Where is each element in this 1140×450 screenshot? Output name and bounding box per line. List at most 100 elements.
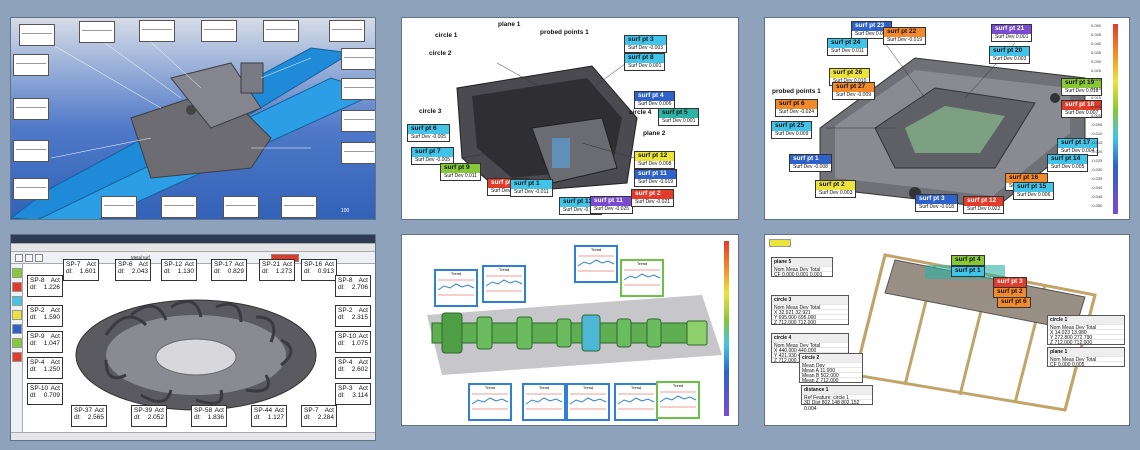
- surface-point-tag: surf pt 1 Surf Dev -0.011: [510, 179, 553, 197]
- measurement-label-box: [13, 178, 49, 200]
- color-scale-tick: -0.040: [1091, 185, 1103, 190]
- scale-label: 100: [341, 208, 350, 214]
- trend-chart-box[interactable]: Trend: [482, 265, 526, 303]
- sp-name: SP-2: [338, 307, 353, 314]
- trend-chart-box[interactable]: Trend: [620, 259, 664, 297]
- sp-dl-value: 0.829: [227, 268, 244, 275]
- sp-dl-label: dl:: [338, 284, 345, 291]
- surface-point-tag: surf pt 6 Surf Dev -0.024: [775, 99, 819, 117]
- trend-chart-box[interactable]: Trend: [566, 383, 610, 421]
- trend-chart-box[interactable]: Trend: [614, 383, 658, 421]
- status-bar: [11, 432, 375, 440]
- color-scale-tick: -0.015: [1091, 140, 1103, 145]
- sp-name: SP-44: [254, 407, 273, 414]
- sp-name: SP-16: [304, 261, 323, 268]
- surface-point-tag: surf pt 4: [951, 255, 985, 266]
- sp-dl-label: dl:: [214, 268, 221, 275]
- measurement-label-box: [341, 78, 375, 100]
- measurement-label-box: [263, 20, 299, 42]
- surface-point-tag: surf pt 11 Surf Dev -0.019: [634, 169, 678, 187]
- sp-act-label: Act: [324, 261, 334, 268]
- panel-camshaft-trends: Trend Trend Trend Trend Trend Trend Trend Trend…: [401, 234, 739, 426]
- surface-point-tag: surf pt 21 Surf Dev 0.001: [991, 24, 1033, 42]
- stat-row: 3D Dist 802.148 802.152 0.004: [802, 399, 872, 412]
- sp-dl-label: dl:: [30, 284, 37, 291]
- sp-dl-value: 1.075: [351, 340, 368, 347]
- sp-name: SP-58: [194, 407, 213, 414]
- color-scale-tick: -0.035: [1091, 176, 1103, 181]
- surface-point-tag: surf pt 3 Surf Dev -0.018: [915, 194, 959, 212]
- deviation-color-bar: [1113, 24, 1118, 214]
- feature-stat-table: plane 5 Nom Meas Dev Total CF 0.000 0.001 …: [771, 257, 833, 278]
- color-scale-tick: 0.015: [1091, 86, 1102, 91]
- trend-chart-box[interactable]: Trend: [468, 383, 512, 421]
- trend-sparkline: [623, 269, 661, 286]
- surface-point-tag: surf pt 5 Surf Dev 0.001: [658, 108, 700, 126]
- measurement-label-box: [341, 110, 375, 132]
- surface-point-tag: plane 1: [498, 21, 521, 28]
- measurement-label-box: [201, 20, 237, 42]
- sp-measurement-box: SP-17 Act dl: 0.829: [211, 259, 247, 281]
- trend-chart-box[interactable]: Trend: [434, 269, 478, 307]
- surface-point-tag: surf pt 6 Surf Dev -0.005: [407, 124, 451, 142]
- sp-dl-label: dl:: [338, 366, 345, 373]
- surface-point-tag: plane 2: [643, 130, 666, 137]
- color-scale-tick: -0.050: [1091, 203, 1103, 208]
- surface-point-tag: surf pt 4 Surf Dev 0.006: [634, 91, 676, 109]
- sp-dl-label: dl:: [164, 268, 171, 275]
- sp-dl-label: dl:: [66, 268, 73, 275]
- sp-measurement-box: SP-3 Act dl: 3.114: [335, 383, 371, 405]
- sp-act-label: Act: [50, 277, 60, 284]
- sp-dl-label: dl:: [262, 268, 269, 275]
- color-scale-tick: -0.030: [1091, 167, 1103, 172]
- surface-point-tag: surf pt 22 Surf Dev -0.019: [883, 27, 927, 45]
- sp-act-label: Act: [50, 333, 60, 340]
- trend-chart-box[interactable]: Trend: [656, 381, 700, 419]
- sp-dl-label: dl:: [30, 340, 37, 347]
- surface-point-tag: circle 1: [435, 32, 458, 39]
- sp-dl-label: dl:: [304, 268, 311, 275]
- sp-act-label: Act: [358, 307, 368, 314]
- sp-dl-value: 1.273: [275, 268, 292, 275]
- sp-dl-label: dl:: [30, 392, 37, 399]
- panel-cad-bracket: 100: [10, 17, 376, 220]
- sp-name: SP-4: [30, 359, 45, 366]
- sp-name: SP-8: [30, 277, 45, 284]
- trend-sparkline: [525, 393, 563, 410]
- sp-act-label: Act: [138, 261, 148, 268]
- trend-chart-box[interactable]: Trend: [574, 245, 618, 283]
- sp-act-label: Act: [358, 333, 368, 340]
- surface-point-tag: probed points 1: [540, 29, 589, 36]
- feature-stat-table: circle 2 Mean Dev Mean A 11.000 Mean B 502.…: [799, 353, 863, 384]
- cad-bracket-scene: [11, 32, 375, 219]
- sp-dl-value: 3.114: [352, 392, 368, 399]
- panel-fixture-stats: surf pt 4 surf pt 1 surf pt 3 surf pt 2 surf…: [764, 234, 1130, 426]
- sp-name: SP-9: [30, 333, 45, 340]
- sp-dl-value: 1.127: [267, 414, 284, 421]
- sp-act-label: Act: [358, 359, 368, 366]
- measurement-label-box: [223, 196, 259, 218]
- color-scale-tick: -0.010: [1091, 131, 1103, 136]
- surface-point-tag: surf pt 14 Surf Dev 0.005: [1047, 154, 1089, 172]
- sp-name: SP-3: [338, 385, 353, 392]
- surface-point-tag: surf pt 2: [993, 287, 1027, 298]
- feature-stat-table: plane 1 Nom Meas Dev Total CF 0.000 0.005: [1047, 347, 1125, 368]
- sp-name: SP-7: [304, 407, 319, 414]
- sp-dl-label: dl:: [338, 314, 345, 321]
- panel-mold-deviation: surf pt 23 Surf Dev 0.008 surf pt 22 Surf D…: [764, 17, 1130, 220]
- sp-dl-label: dl:: [338, 392, 345, 399]
- sp-dl-value: 1.836: [207, 414, 224, 421]
- sp-measurement-box: SP-58 Act dl: 1.836: [191, 405, 227, 427]
- measurement-label-box: [161, 196, 197, 218]
- sp-dl-value: 2.052: [147, 414, 164, 421]
- surface-point-tag: surf pt 15 Surf Dev 0.006: [1013, 182, 1055, 200]
- trend-chart-box[interactable]: Trend: [522, 383, 566, 421]
- sp-dl-value: 0.709: [43, 392, 60, 399]
- sp-dl-value: 2.315: [351, 314, 368, 321]
- stat-row: CF 0.000 0.001 0.001: [772, 271, 832, 278]
- surface-point-tag: surf pt 12 Surf Dev 0.008: [634, 151, 676, 169]
- sp-name: SP-39: [134, 407, 153, 414]
- measurement-label-box: [19, 24, 55, 46]
- measurement-label-box: [139, 20, 175, 42]
- surface-point-tag: surf pt 2 Surf Dev 0.003: [815, 180, 857, 198]
